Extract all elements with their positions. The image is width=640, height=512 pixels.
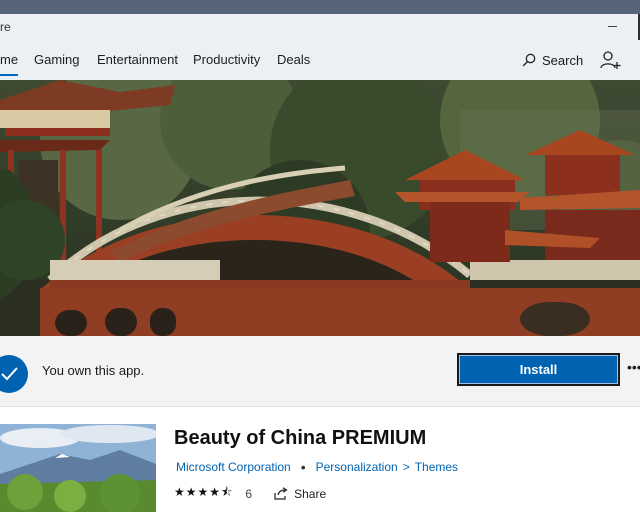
meta-dot: • xyxy=(300,459,306,475)
account-icon[interactable] xyxy=(599,49,621,71)
ownership-bar: You own this app. Install ••• xyxy=(0,336,640,407)
app-thumbnail xyxy=(0,424,156,512)
window-title: re xyxy=(0,20,11,34)
ownership-message: You own this app. xyxy=(42,363,145,378)
more-options-button[interactable]: ••• xyxy=(627,360,640,377)
title-bar: re xyxy=(0,14,640,41)
desktop-top-strip xyxy=(0,0,640,14)
search-label: Search xyxy=(542,52,584,68)
thumbnail-picture xyxy=(0,424,156,512)
tab-gaming[interactable]: Gaming xyxy=(34,52,80,67)
rating-count[interactable]: 6 xyxy=(245,487,252,501)
search-icon xyxy=(522,53,536,67)
checkmark-badge-icon xyxy=(0,355,28,393)
publisher-link[interactable]: Microsoft Corporation xyxy=(176,460,291,474)
app-meta: Microsoft Corporation • Personalization … xyxy=(176,459,458,475)
share-icon xyxy=(274,487,288,500)
hero-picture xyxy=(0,80,640,336)
category-separator: > xyxy=(402,460,410,474)
rating-row: ★★★★⯪ 6 Share xyxy=(174,483,326,504)
minimize-button[interactable] xyxy=(602,17,622,37)
tab-deals[interactable]: Deals xyxy=(277,52,310,67)
tab-home[interactable]: me xyxy=(0,52,19,76)
subcategory-link[interactable]: Themes xyxy=(415,460,458,474)
category-link[interactable]: Personalization xyxy=(316,460,398,474)
top-nav: me Gaming Entertainment Productivity Dea… xyxy=(0,40,640,80)
search-button[interactable]: Search xyxy=(522,50,583,70)
tab-entertainment[interactable]: Entertainment xyxy=(97,52,178,67)
hero-image xyxy=(0,80,640,336)
rating-stars[interactable]: ★★★★⯪ xyxy=(174,483,233,504)
share-label: Share xyxy=(294,486,327,501)
share-button[interactable]: Share xyxy=(274,487,326,501)
tab-productivity[interactable]: Productivity xyxy=(193,52,260,67)
app-title: Beauty of China PREMIUM xyxy=(174,427,427,449)
install-button[interactable]: Install xyxy=(459,355,618,384)
